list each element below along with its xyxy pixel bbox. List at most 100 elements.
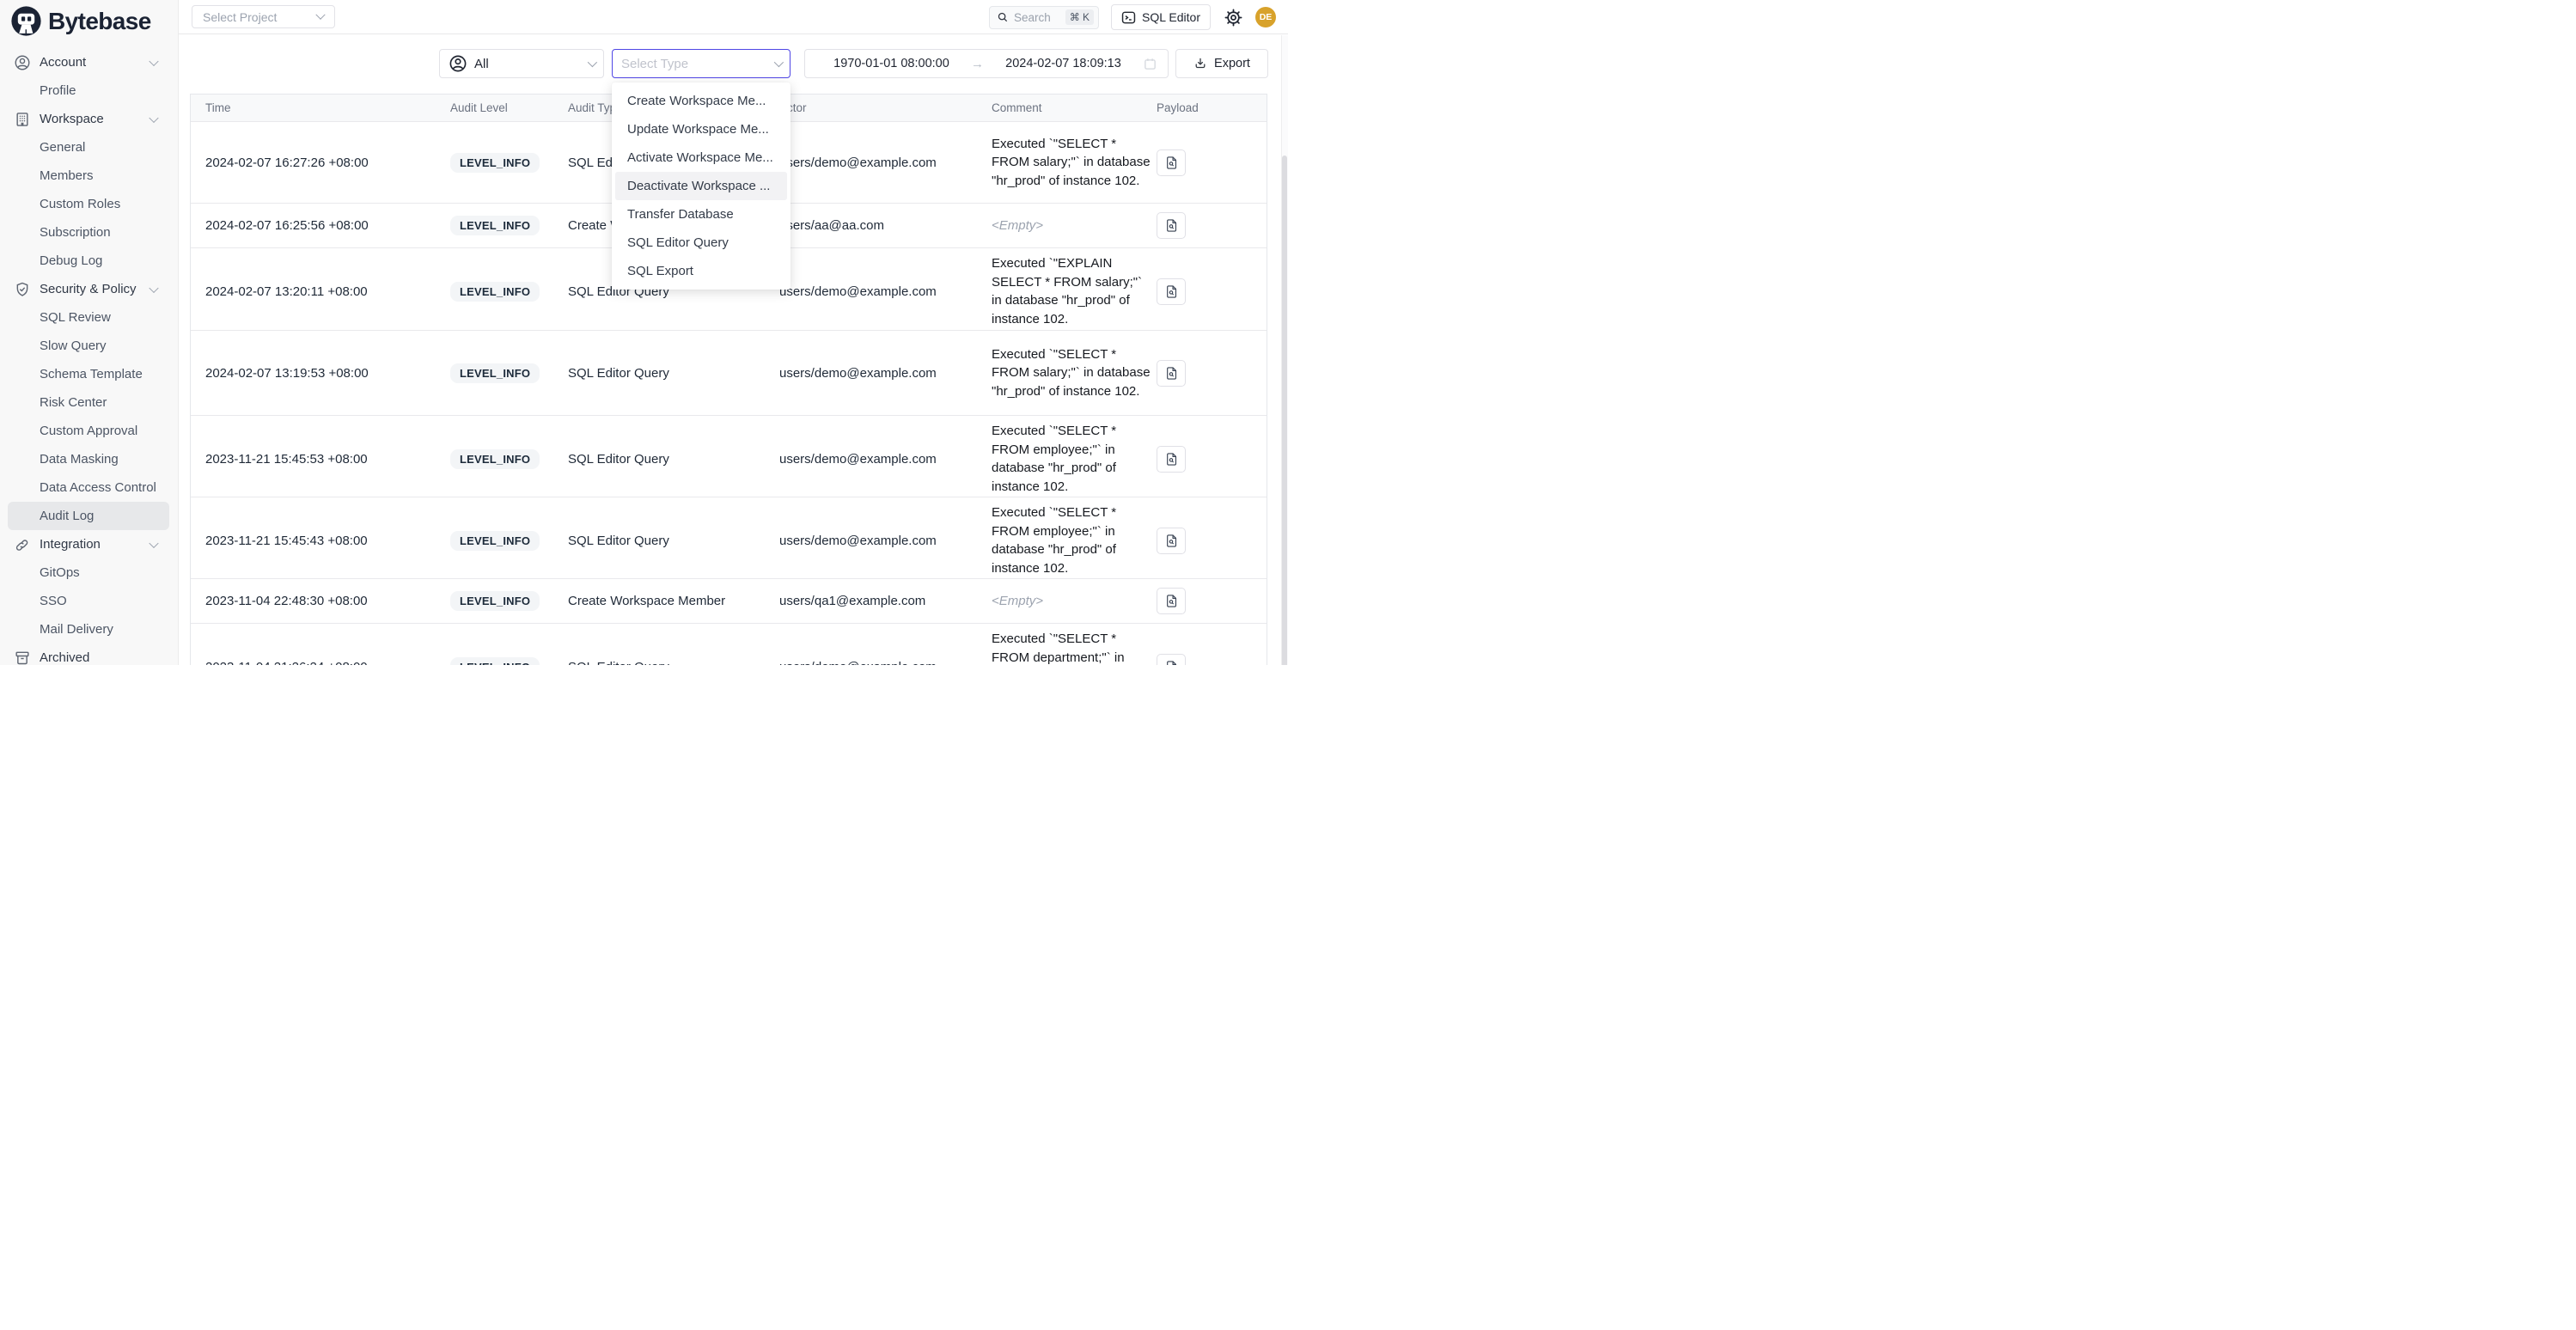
dropdown-item-sql-export[interactable]: SQL Export [615, 257, 787, 285]
cell-time: 2023-11-04 21:26:24 +08:00 [205, 624, 450, 665]
terminal-icon [1121, 10, 1136, 25]
sidebar-item-audit-log[interactable]: Audit Log [8, 502, 169, 530]
sidebar-item-members[interactable]: Members [8, 162, 169, 190]
sidebar-item-label: Custom Approval [8, 424, 137, 438]
chevron-down-icon [588, 58, 597, 67]
sidebar-item-general[interactable]: General [8, 133, 169, 162]
column-header-payload: Payload [1157, 95, 1267, 121]
dropdown-item-deactivate-workspace-member[interactable]: Deactivate Workspace ... [615, 172, 787, 200]
column-header-comment: Comment [992, 95, 1157, 121]
scrollbar-thumb[interactable] [1282, 156, 1287, 665]
sidebar-item-debug-log[interactable]: Debug Log [8, 247, 169, 275]
sidebar-item-sql-review[interactable]: SQL Review [8, 303, 169, 332]
sidebar-item-data-masking[interactable]: Data Masking [8, 445, 169, 473]
date-range-picker[interactable]: 1970-01-01 08:00:00 → 2024-02-07 18:09:1… [804, 49, 1169, 78]
view-payload-button[interactable] [1157, 654, 1186, 666]
sidebar-item-risk-center[interactable]: Risk Center [8, 388, 169, 417]
actor-filter-select[interactable]: All [439, 49, 604, 78]
download-icon [1193, 57, 1207, 70]
column-header-time: Time [205, 95, 450, 121]
sidebar-item-label: Subscription [8, 225, 111, 240]
project-select[interactable]: Select Project [192, 5, 335, 28]
building-icon [14, 111, 31, 128]
archive-icon [14, 650, 31, 666]
settings-gear-icon[interactable] [1223, 7, 1243, 27]
sidebar-nav: Account Profile Workspace General Member… [0, 48, 178, 665]
cell-comment: Executed `"SELECT * FROM employee;"` in … [992, 497, 1157, 583]
view-payload-button[interactable] [1157, 446, 1186, 473]
table-row: 2023-11-21 15:45:53 +08:00 LEVEL_INFO SQ… [191, 416, 1267, 497]
audit-level-badge: LEVEL_INFO [450, 591, 540, 611]
sidebar-item-label: Data Masking [8, 452, 119, 467]
cell-actor: users/demo@example.com [779, 331, 992, 415]
sql-editor-button[interactable]: SQL Editor [1111, 4, 1211, 30]
sidebar-item-integration[interactable]: Integration [8, 530, 169, 558]
view-payload-button[interactable] [1157, 528, 1186, 554]
dropdown-item-sql-editor-query[interactable]: SQL Editor Query [615, 229, 787, 257]
chevron-down-icon [149, 56, 158, 65]
cell-time: 2024-02-07 16:25:56 +08:00 [205, 204, 450, 247]
sidebar-item-custom-approval[interactable]: Custom Approval [8, 417, 169, 445]
audit-level-badge: LEVEL_INFO [450, 531, 540, 551]
audit-level-badge: LEVEL_INFO [450, 282, 540, 302]
type-filter-select[interactable]: Select Type [612, 49, 791, 78]
sidebar-item-mail-delivery[interactable]: Mail Delivery [8, 615, 169, 644]
sql-editor-label: SQL Editor [1142, 10, 1200, 24]
view-payload-button[interactable] [1157, 360, 1186, 387]
sidebar-item-label: Members [8, 168, 94, 183]
sidebar-item-label: General [8, 140, 85, 155]
cell-audit-type: Create Workspace Member [568, 579, 779, 623]
sidebar-item-subscription[interactable]: Subscription [8, 218, 169, 247]
sidebar-item-label: Schema Template [8, 367, 143, 381]
dropdown-item-update-workspace-member[interactable]: Update Workspace Me... [615, 115, 787, 143]
dropdown-item-activate-workspace-member[interactable]: Activate Workspace Me... [615, 143, 787, 172]
sidebar-item-profile[interactable]: Profile [8, 76, 169, 105]
cell-time: 2024-02-07 13:19:53 +08:00 [205, 331, 450, 415]
view-payload-button[interactable] [1157, 588, 1186, 614]
sidebar-item-label: Data Access Control [8, 480, 156, 495]
cell-audit-type: SQL Editor Query [568, 497, 779, 583]
view-payload-button[interactable] [1157, 278, 1186, 305]
cell-actor: users/demo@example.com [779, 416, 992, 502]
cell-actor: users/demo@example.com [779, 122, 992, 203]
cell-actor: users/aa@aa.com [779, 204, 992, 247]
sidebar-item-label: Slow Query [8, 339, 107, 353]
cell-audit-type: SQL Editor Query [568, 624, 779, 665]
sidebar-item-sso[interactable]: SSO [8, 587, 169, 615]
search-input[interactable]: Search ⌘ K [989, 6, 1099, 29]
cell-comment: Executed `"SELECT * FROM salary;"` in da… [992, 339, 1157, 407]
type-filter-placeholder: Select Type [621, 57, 769, 71]
audit-level-badge: LEVEL_INFO [450, 363, 540, 383]
sidebar-item-security-policy[interactable]: Security & Policy [8, 275, 169, 303]
cell-time: 2024-02-07 13:20:11 +08:00 [205, 248, 450, 334]
date-range-end[interactable]: 2024-02-07 18:09:13 [987, 57, 1139, 70]
view-payload-button[interactable] [1157, 149, 1186, 176]
sidebar-item-gitops[interactable]: GitOps [8, 558, 169, 587]
user-avatar[interactable]: DE [1255, 7, 1276, 27]
dropdown-item-create-workspace-member[interactable]: Create Workspace Me... [615, 87, 787, 115]
sidebar-item-slow-query[interactable]: Slow Query [8, 332, 169, 360]
table-row: 2024-02-07 13:19:53 +08:00 LEVEL_INFO SQ… [191, 331, 1267, 416]
sidebar-item-schema-template[interactable]: Schema Template [8, 360, 169, 388]
search-placeholder: Search [1014, 11, 1060, 24]
table-row: 2023-11-21 15:45:43 +08:00 LEVEL_INFO SQ… [191, 497, 1267, 579]
view-payload-button[interactable] [1157, 212, 1186, 239]
sidebar-item-custom-roles[interactable]: Custom Roles [8, 190, 169, 218]
cell-time: 2023-11-04 22:48:30 +08:00 [205, 579, 450, 623]
column-header-audit-level: Audit Level [450, 95, 568, 121]
audit-level-badge: LEVEL_INFO [450, 449, 540, 469]
dropdown-item-transfer-database[interactable]: Transfer Database [615, 200, 787, 229]
sidebar-item-archived[interactable]: Archived [8, 644, 169, 665]
export-label: Export [1214, 57, 1250, 70]
bytebase-logo[interactable]: Bytebase [10, 5, 151, 37]
export-button[interactable]: Export [1175, 49, 1268, 78]
brand-name: Bytebase [48, 8, 151, 35]
cell-time: 2023-11-21 15:45:53 +08:00 [205, 416, 450, 502]
sidebar-item-account[interactable]: Account [8, 48, 169, 76]
chevron-down-icon [774, 58, 784, 67]
sidebar-item-label: SSO [8, 594, 67, 608]
sidebar-item-workspace[interactable]: Workspace [8, 105, 169, 133]
search-icon [997, 11, 1009, 23]
date-range-start[interactable]: 1970-01-01 08:00:00 [815, 57, 968, 70]
sidebar-item-data-access-control[interactable]: Data Access Control [8, 473, 169, 502]
